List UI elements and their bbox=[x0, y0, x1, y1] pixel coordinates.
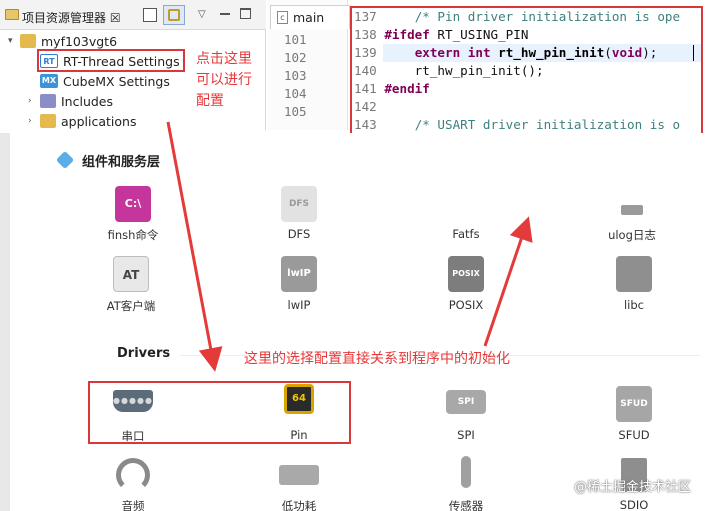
watermark: @稀土掘金技术社区 bbox=[573, 480, 691, 495]
arrow-to-code bbox=[483, 216, 533, 347]
annotation-arrows bbox=[166, 121, 533, 372]
arrow-to-drivers bbox=[166, 121, 223, 372]
